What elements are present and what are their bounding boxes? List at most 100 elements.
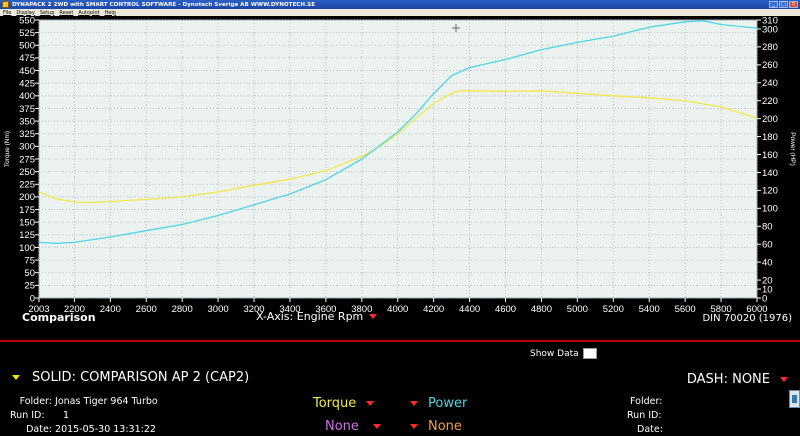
y-left-tick-label: 0	[30, 293, 35, 304]
dash-selector[interactable]: DASH: NONE	[687, 372, 788, 387]
y-left-tick-label: 175	[19, 205, 35, 216]
x-tick-label: 5200	[603, 304, 624, 315]
none-left-dropdown-icon[interactable]	[372, 424, 381, 429]
power-dropdown-icon[interactable]	[410, 401, 418, 406]
y-right-tick-label: 280	[762, 42, 778, 53]
side-scroll-handle[interactable]	[789, 390, 800, 408]
y-right-tick-label: 80	[762, 222, 773, 233]
x-tick-label: 4200	[423, 304, 444, 315]
none-left-label: None	[325, 419, 359, 434]
dash-dropdown-icon[interactable]	[780, 377, 788, 382]
y-right-tick-label: 60	[762, 239, 773, 250]
x-tick-label: 2400	[100, 304, 121, 315]
power-channel-label: Power	[428, 396, 468, 411]
y-left-tick-label: 300	[19, 142, 35, 153]
maximize-button[interactable]: □	[779, 1, 788, 8]
dash-label: DASH: NONE	[686, 372, 770, 387]
torque-dropdown-icon[interactable]	[366, 401, 375, 406]
y-left-tick-label: 125	[19, 230, 35, 241]
show-data-label: Show Data	[530, 348, 579, 359]
torque-channel-label: Torque	[313, 396, 357, 411]
y-right-tick-label: 20	[762, 275, 773, 286]
show-data-toggle[interactable]: Show Data	[530, 348, 597, 359]
menu-reset[interactable]: Reset	[59, 10, 73, 16]
y-left-tick-label: 75	[24, 255, 35, 266]
date-key: Date:	[26, 424, 52, 435]
none-right-label: None	[428, 419, 462, 434]
solid-selector[interactable]: SOLID: COMPARISON AP 2 (CAP2)	[12, 370, 249, 385]
menu-help[interactable]: Help	[105, 10, 116, 16]
x-axis-selector[interactable]: X-Axis: Engine Rpm	[256, 310, 378, 323]
window-title: DYNAPACK 2 2WD with SMART CONTROL SOFTWA…	[12, 1, 316, 8]
dyno-chart[interactable]: 2003 2200 2400 2600 2800 3000 3200 3400 3600 3800…	[0, 16, 800, 326]
run-info-date: Date: 2015-05-30 13:31:22	[10, 424, 156, 435]
x-axis-dropdown-icon[interactable]	[369, 314, 378, 319]
y-left-tick-label: 200	[19, 192, 35, 203]
y-left-tick-label: 25	[24, 281, 35, 292]
app-icon	[2, 1, 9, 8]
y-right-tick-label: 310	[762, 16, 778, 26]
y-right-tick-label: 100	[762, 204, 778, 215]
menu-autoplot[interactable]: Autoplot	[78, 10, 99, 16]
y-left-tick-label: 275	[19, 154, 35, 165]
x-tick-label: 5000	[567, 304, 588, 315]
menu-file[interactable]: File	[3, 10, 11, 16]
y-left-tick-label: 375	[19, 104, 35, 115]
y-left-axis-label: Torque (Nm)	[4, 131, 11, 167]
y-right-tick-label: 140	[762, 168, 778, 179]
x-tick-label: 2600	[136, 304, 157, 315]
folder-key: Folder:	[19, 396, 52, 407]
solid-label: SOLID: COMPARISON AP 2 (CAP2)	[32, 370, 250, 385]
y-left-tick-label: 350	[19, 116, 35, 127]
runid-key: Run ID:	[10, 410, 45, 421]
window-controls: _ □ ×	[769, 1, 800, 8]
y-left-tick-label: 475	[19, 53, 35, 64]
x-tick-label: 2800	[172, 304, 193, 315]
solid-dropdown-icon[interactable]	[12, 375, 20, 380]
y-right-tick-label: 200	[762, 114, 778, 125]
runid-value: 1	[63, 410, 70, 421]
x-tick-label: 5600	[675, 304, 696, 315]
x-tick-label: 4400	[459, 304, 480, 315]
menu-bar: File Display Setup Reset Autoplot Help	[0, 9, 800, 16]
x-tick-label: 4600	[495, 304, 516, 315]
x-tick-label: 5400	[639, 304, 660, 315]
run-info-runid: Run ID: 1	[10, 410, 69, 421]
minimize-button[interactable]: _	[769, 1, 778, 8]
din-standard: DIN 70020 (1976)	[702, 313, 792, 324]
y-left-tick-label: 225	[19, 180, 35, 191]
x-axis-label: X-Axis: Engine Rpm	[256, 310, 364, 323]
dyno-graph-panel: 2003 2200 2400 2600 2800 3000 3200 3400 3600 3800…	[0, 16, 800, 326]
comparison-label: Comparison	[22, 311, 96, 324]
channel-torque[interactable]: Torque	[313, 396, 375, 411]
window-title-bar: DYNAPACK 2 2WD with SMART CONTROL SOFTWA…	[0, 0, 800, 9]
x-tick-label: 4800	[531, 304, 552, 315]
y-right-tick-label: 160	[762, 150, 778, 161]
y-left-tick-label: 250	[19, 167, 35, 178]
x-tick-label: 4000	[387, 304, 408, 315]
none-right-dropdown-icon[interactable]	[410, 424, 418, 429]
show-data-checkbox[interactable]	[582, 348, 597, 359]
y-right-tick-label: 220	[762, 96, 778, 107]
y-left-tick-label: 525	[19, 28, 35, 39]
run-info-folder: Folder: Jonas Tiger 964 Turbo	[10, 396, 158, 407]
menu-setup[interactable]: Setup	[40, 10, 55, 16]
panel-separator	[0, 340, 800, 342]
y-left-tick-label: 450	[19, 66, 35, 77]
y-left-tick-label: 100	[19, 243, 35, 254]
y-left-tick-label: 50	[24, 268, 35, 279]
y-left-tick-label: 500	[19, 41, 35, 52]
y-right-tick-label: 260	[762, 60, 778, 71]
close-button[interactable]: ×	[789, 1, 798, 8]
channel-none-left[interactable]: None	[325, 419, 381, 434]
y-left-tick-label: 550	[19, 16, 35, 26]
channel-power[interactable]: Power	[410, 396, 467, 411]
folder-value: Jonas Tiger 964 Turbo	[55, 396, 158, 407]
dash-info-folder: Folder:	[630, 396, 663, 407]
y-right-tick-label: 40	[762, 257, 773, 268]
y-left-tick-label: 400	[19, 91, 35, 102]
y-left-tick-label: 325	[19, 129, 35, 140]
menu-display[interactable]: Display	[16, 10, 34, 16]
channel-none-right[interactable]: None	[410, 419, 462, 434]
y-right-axis-label: Power (HP)	[789, 132, 796, 166]
